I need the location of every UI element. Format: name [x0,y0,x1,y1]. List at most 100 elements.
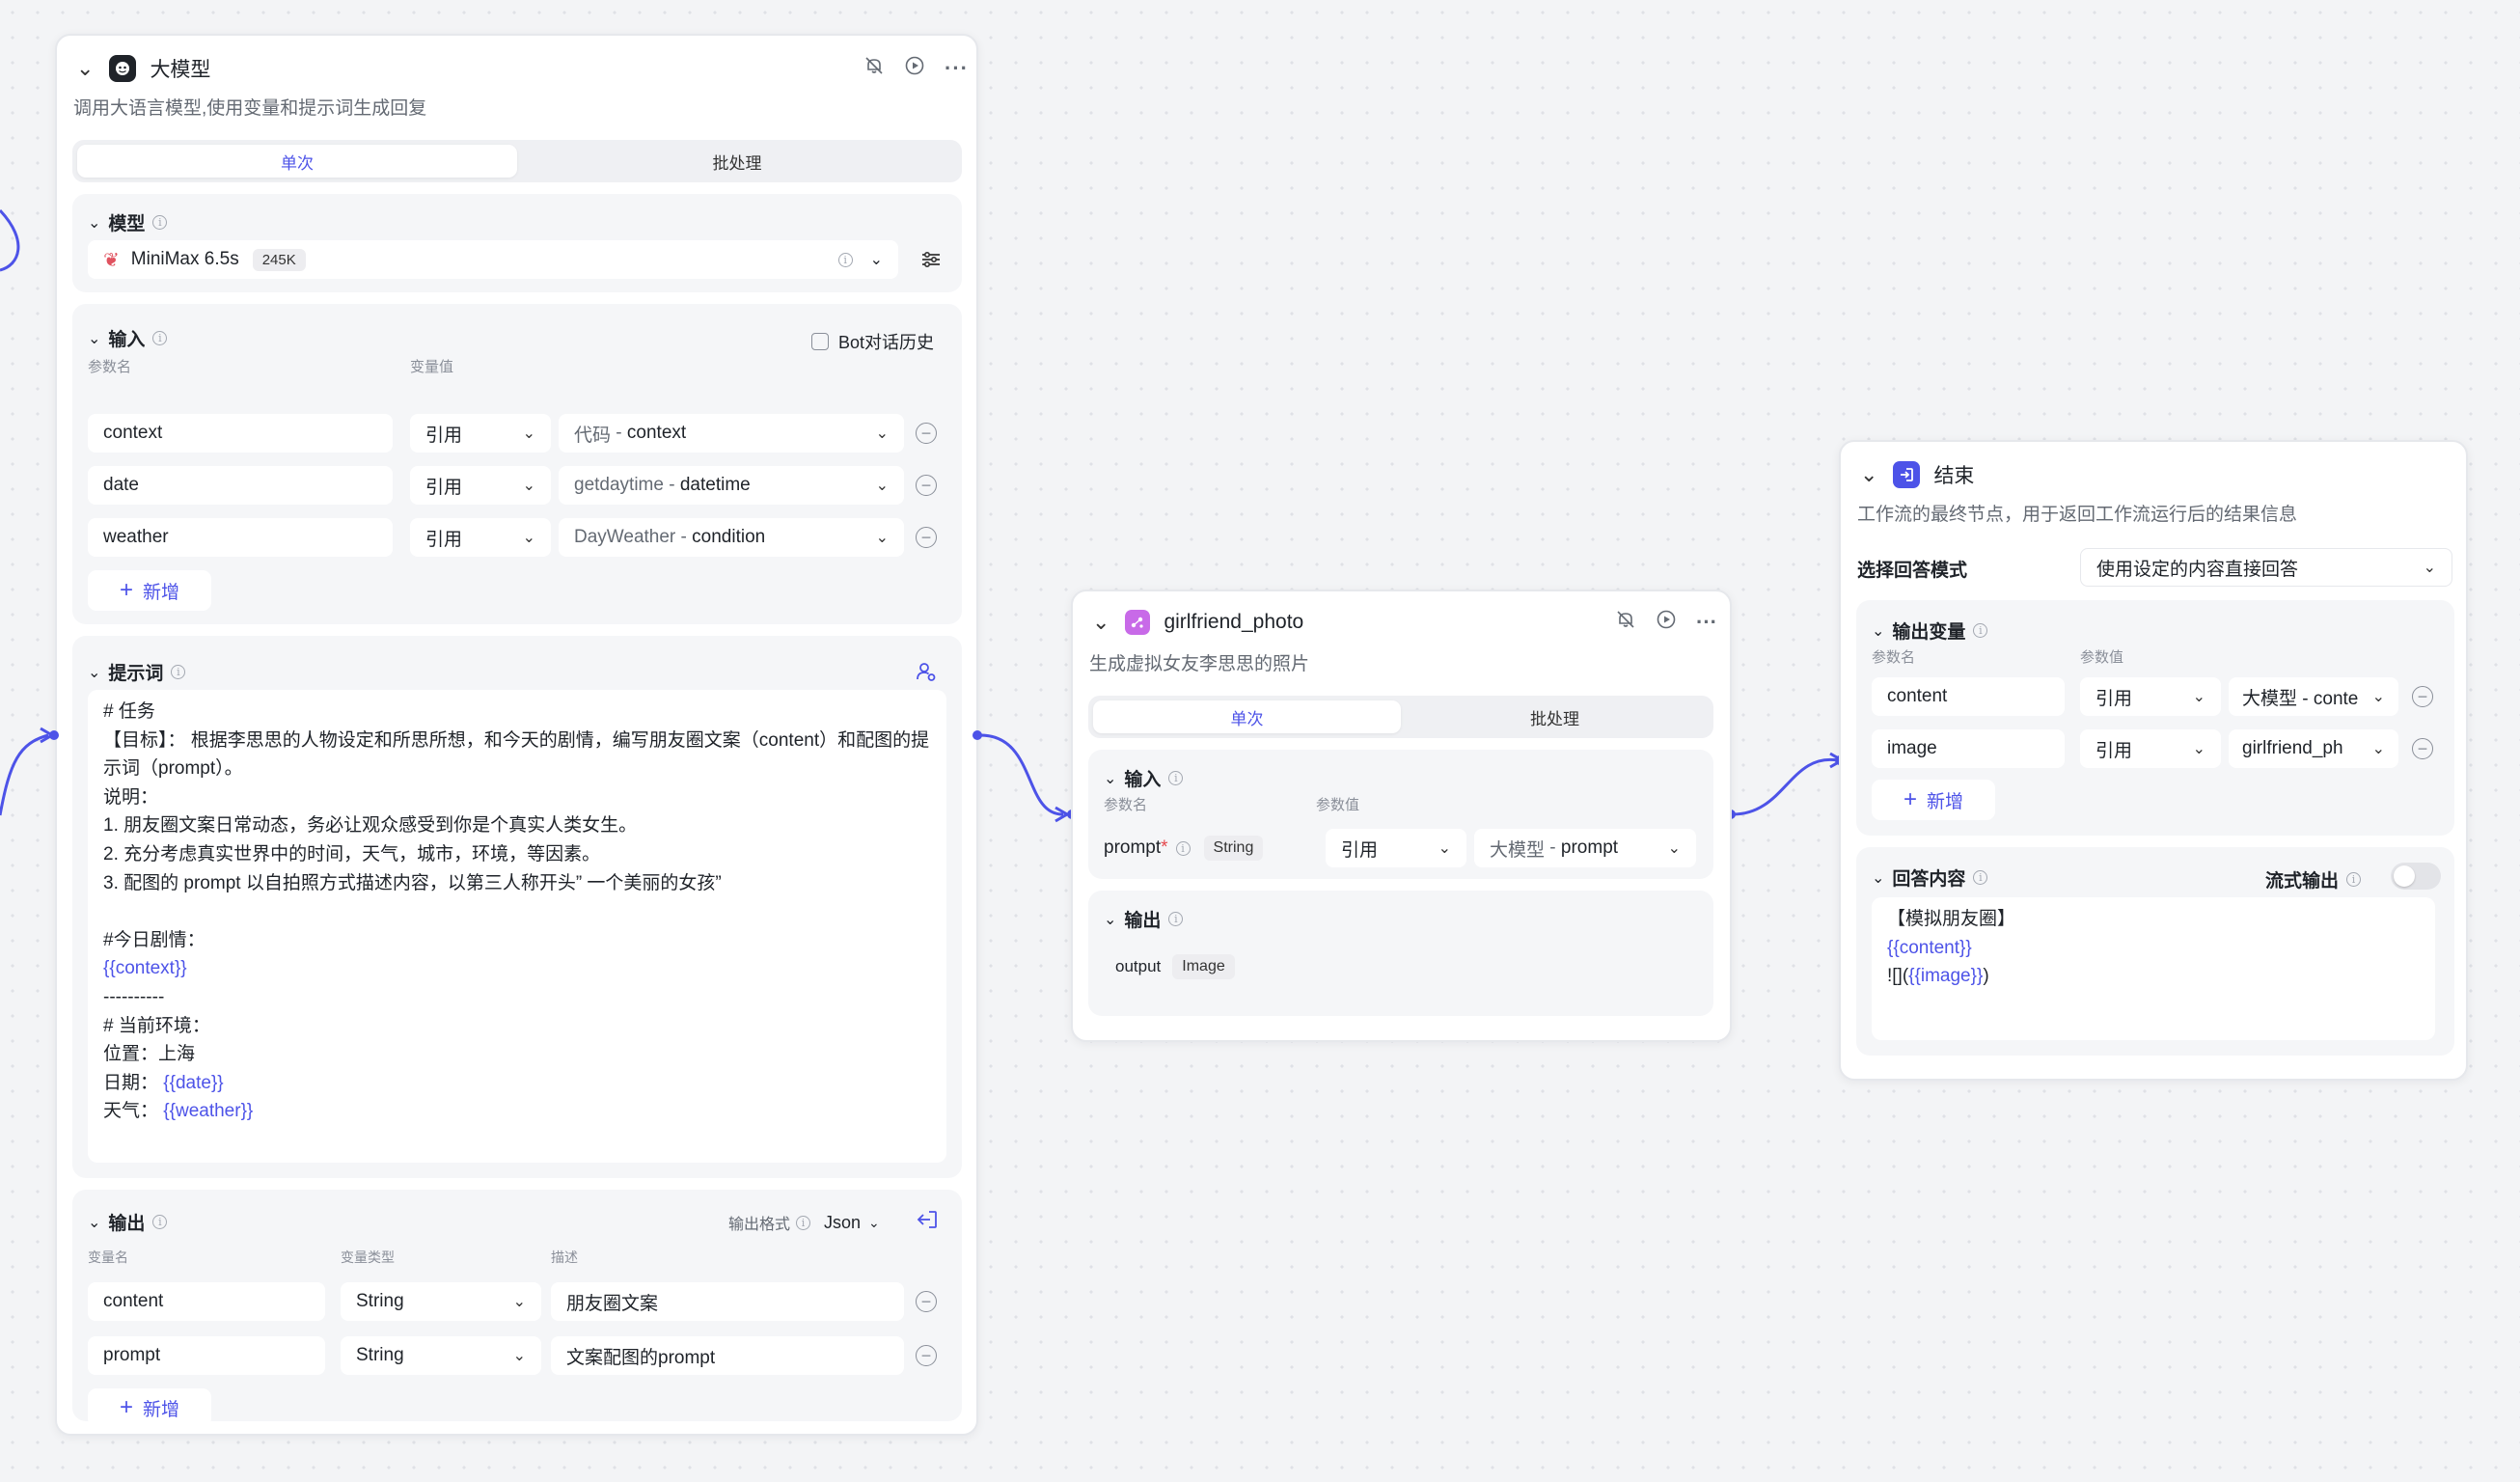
add-end-var-button[interactable]: + 新增 [1872,780,1995,820]
output-type-select[interactable]: String ⌄ [341,1282,541,1321]
section-caret-icon[interactable]: ⌄ [1872,868,1884,888]
tab-single[interactable]: 单次 [1093,700,1401,733]
end-node[interactable]: ⌄ 结束 工作流的最终节点，用于返回工作流运行后的结果信息 选择回答模式 使用设… [1839,440,2468,1081]
section-caret-icon[interactable]: ⌄ [1104,769,1116,788]
prompt-editor[interactable]: # 任务 【目标】： 根据李思思的人物设定和所思所想，和今天的剧情，编写朋友圈文案… [88,690,946,1163]
model-label: 模型 [108,214,146,234]
photo-mode-tabs: 单次 批处理 [1088,696,1713,738]
photo-input-type-select[interactable]: 引用 ⌄ [1326,829,1466,867]
model-info-icon[interactable]: i [837,252,853,267]
llm-icon [109,55,137,82]
output-type-select[interactable]: String ⌄ [341,1336,541,1375]
input-ref-select[interactable]: getdaytime - datetime ⌄ [559,466,904,505]
chevron-down-icon: ⌄ [875,478,889,494]
photo-input-ref-select[interactable]: 大模型 - prompt ⌄ [1474,829,1696,867]
llm-output-port[interactable] [972,730,982,740]
col-param-value: 参数值 [1316,797,1360,813]
end-var-ref-select[interactable]: 大模型 - conte ⌄ [2229,677,2398,716]
output-format-select[interactable]: Json ⌄ [824,1213,880,1233]
end-var-name-field[interactable]: content [1872,677,2065,716]
variable-token: {{image}} [1908,966,1984,987]
answer-content-label: 回答内容 [1892,869,1966,890]
add-input-button[interactable]: + 新增 [88,570,211,611]
collapse-chevron-icon[interactable]: ⌄ [1092,610,1109,635]
tab-single[interactable]: 单次 [77,145,517,178]
prompt-section: ⌄ 提示词 i # 任务 【目标】： 根据李思思的人物设定和所思所想，和今天的剧情… [72,636,962,1178]
input-name-field[interactable]: context [88,414,393,453]
input-ref-select[interactable]: DayWeather - condition ⌄ [559,518,904,557]
input-type-select[interactable]: 引用 ⌄ [410,414,551,453]
remove-row-icon[interactable]: − [916,1345,937,1366]
llm-node[interactable]: ⌄ 大模型 ··· 调用大语言模型,使用变量和提示词生成回复 单次 批处理 ⌄ … [55,34,978,1436]
variable-token: {{context}} [103,958,187,979]
llm-input-port[interactable] [49,730,59,740]
input-type-select[interactable]: 引用 ⌄ [410,518,551,557]
run-icon[interactable] [1656,609,1677,636]
more-icon[interactable]: ··· [1696,610,1717,635]
output-desc-field[interactable]: 朋友圈文案 [551,1282,904,1321]
end-var-type-select[interactable]: 引用 ⌄ [2080,677,2221,716]
prompt-library-icon[interactable] [916,661,937,687]
input-name-field[interactable]: date [88,466,393,505]
answer-mode-select[interactable]: 使用设定的内容直接回答 ⌄ [2080,548,2452,587]
plugin-icon [1125,610,1151,635]
editor-line: 示词（prompt）。 [103,755,931,783]
remove-row-icon[interactable]: − [2412,738,2433,759]
editor-line: 说明： [103,783,931,812]
editor-line: # 任务 [103,698,931,727]
answer-content-section: ⌄ 回答内容 i 流式输出 i 【模拟朋友圈】 {{content}} ![]({{… [1856,847,2454,1056]
section-caret-icon[interactable]: ⌄ [88,213,100,233]
answer-content-editor[interactable]: 【模拟朋友圈】 {{content}} ![]({{image}}) [1872,897,2435,1040]
required-mark: * [1161,837,1168,858]
input-type-select[interactable]: 引用 ⌄ [410,466,551,505]
end-var-name-field[interactable]: image [1872,729,2065,768]
section-caret-icon[interactable]: ⌄ [1872,621,1884,641]
remove-row-icon[interactable]: − [916,527,937,548]
more-icon[interactable]: ··· [945,56,969,81]
end-icon [1893,461,1921,488]
section-caret-icon[interactable]: ⌄ [88,1213,100,1232]
section-caret-icon[interactable]: ⌄ [88,329,100,348]
add-output-button[interactable]: + 新增 [88,1388,211,1427]
output-name-field[interactable]: content [88,1282,325,1321]
bot-history-checkbox[interactable] [811,333,829,350]
info-icon: i [1168,771,1184,785]
bot-history-option[interactable]: Bot对话历史 [811,329,934,354]
section-caret-icon[interactable]: ⌄ [88,663,100,682]
output-name-field[interactable]: prompt [88,1336,325,1375]
remove-row-icon[interactable]: − [916,423,937,444]
collapse-chevron-icon[interactable]: ⌄ [76,56,94,81]
editor-line: #今日剧情： [103,926,931,955]
model-select[interactable]: ❦ MiniMax 6.5s 245K i ⌄ [88,240,898,279]
chevron-down-icon: ⌄ [875,530,889,546]
run-icon[interactable] [904,55,925,82]
editor-line: {{content}} [1887,934,2420,963]
input-ref-select[interactable]: 代码 - context ⌄ [559,414,904,453]
editor-text: ) [1983,966,1989,987]
remove-row-icon[interactable]: − [916,1291,937,1312]
editor-line: 【模拟朋友圈】 [1887,905,2420,934]
editor-line: ---------- [103,983,931,1012]
tab-batch[interactable]: 批处理 [517,145,957,178]
section-caret-icon[interactable]: ⌄ [1104,910,1116,929]
input-name-field[interactable]: weather [88,518,393,557]
remove-row-icon[interactable]: − [2412,686,2433,707]
export-icon[interactable] [916,1209,939,1235]
model-settings-icon[interactable] [920,250,942,274]
chevron-down-icon: ⌄ [522,530,535,546]
col-param-name: 参数名 [1104,797,1148,813]
output-desc-field[interactable]: 文案配图的prompt [551,1336,904,1375]
input-section: ⌄ 输入 i Bot对话历史 参数名 变量值 context 引用 ⌄ 代码 - … [72,304,962,624]
output-var-name: output [1115,957,1162,975]
tab-batch[interactable]: 批处理 [1401,700,1709,733]
output-section: ⌄ 输出 i 输出格式 i Json ⌄ 变量名 变量类型 描述 content … [72,1190,962,1427]
end-var-type-select[interactable]: 引用 ⌄ [2080,729,2221,768]
collapse-chevron-icon[interactable]: ⌄ [1860,462,1877,487]
bell-off-icon[interactable] [1615,609,1636,636]
bell-off-icon[interactable] [863,55,885,82]
prompt-label: 提示词 [108,664,164,684]
girlfriend-photo-node[interactable]: ⌄ girlfriend_photo ··· 生成虚拟女友李思思的照片 单次 批… [1071,590,1732,1042]
stream-output-toggle[interactable] [2391,863,2441,890]
end-var-ref-select[interactable]: girlfriend_ph ⌄ [2229,729,2398,768]
remove-row-icon[interactable]: − [916,475,937,496]
